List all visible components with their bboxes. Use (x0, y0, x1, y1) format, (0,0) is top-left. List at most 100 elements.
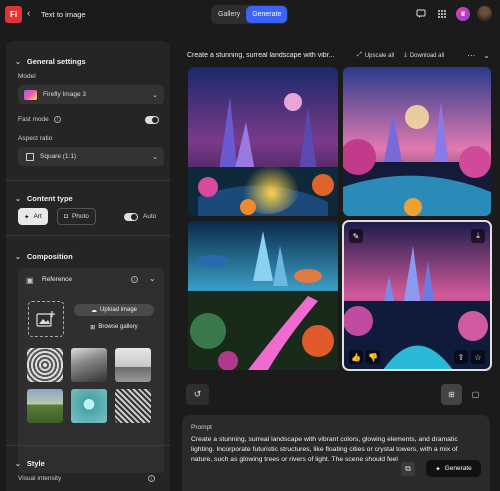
upload-label: Upload image (99, 307, 138, 313)
avatar[interactable] (477, 6, 492, 21)
generated-image-1[interactable] (188, 67, 338, 216)
aspect-ratio-dropdown[interactable]: Square (1:1) ⌄ (18, 147, 164, 166)
info-icon[interactable]: i (131, 276, 138, 283)
cloud-upload-icon: ☁ (90, 307, 97, 314)
generated-image-2[interactable] (343, 67, 491, 216)
reference-thumbnail[interactable] (27, 389, 63, 423)
generate-label: Generate (444, 465, 472, 472)
info-icon[interactable]: i (148, 475, 155, 482)
info-icon[interactable]: i (54, 116, 61, 123)
top-right-actions: ♛ (414, 6, 492, 21)
view-toggle: ⊞ ▢ (441, 384, 489, 405)
download-all-button[interactable]: ⤓ Download all (404, 52, 444, 59)
chevron-down-icon: ⌄ (152, 91, 158, 99)
fast-mode-toggle[interactable] (145, 116, 159, 124)
content-type-header[interactable]: ⌄ Content type (15, 194, 73, 203)
reference-label: Reference (42, 276, 72, 283)
results-header: Create a stunning, surreal landscape wit… (187, 51, 490, 60)
section-title: Style (26, 459, 45, 468)
section-title: Content type (26, 194, 73, 203)
reference-thumbnail[interactable] (115, 389, 151, 423)
firefly-logo[interactable]: Fi (5, 6, 22, 23)
divider (6, 445, 170, 446)
auto-toggle[interactable] (124, 213, 138, 221)
chevron-down-icon[interactable]: ⌄ (149, 274, 156, 283)
reference-thumbnail[interactable] (71, 348, 107, 382)
tab-gallery[interactable]: Gallery (212, 6, 246, 23)
crown-icon[interactable]: ♛ (456, 6, 470, 21)
section-title: Composition (26, 252, 73, 261)
gallery-icon: ⊞ (90, 324, 96, 331)
reference-thumbnail[interactable] (27, 348, 63, 382)
reference-icon: ▣ (26, 276, 34, 285)
edit-icon[interactable]: ✎ (349, 229, 363, 243)
thumbs-up-icon[interactable]: 👍 (349, 350, 363, 364)
favorite-icon[interactable]: ☆ (471, 350, 485, 364)
view-switcher: Gallery Generate (211, 5, 289, 24)
model-label: Model (18, 73, 36, 80)
browse-label: Browse gallery (98, 324, 138, 330)
download-icon: ⤓ (404, 52, 407, 58)
download-label: Download all (409, 52, 445, 59)
style-header[interactable]: ⌄ Style (15, 459, 45, 468)
upload-image-button[interactable]: ☁ Upload image (74, 304, 154, 316)
reference-thumbnail[interactable] (71, 389, 107, 423)
reference-thumbnail[interactable] (115, 348, 151, 382)
image-upload-icon (36, 311, 55, 327)
divider (6, 180, 170, 181)
camera-icon: ◘ (64, 213, 68, 220)
content-type-art[interactable]: ✦ Art (18, 208, 48, 225)
art-label: Art (33, 213, 42, 220)
upscale-label: Upscale all (364, 52, 395, 59)
square-icon (26, 152, 34, 161)
top-bar: Fi ‹ Text to image Gallery Generate ♛ (0, 0, 500, 30)
reference-panel: ▣ Reference i ⌄ ☁ Upload image ⊞ Browse … (18, 268, 164, 473)
model-thumbnail (24, 89, 37, 100)
back-button[interactable]: ‹ (27, 8, 30, 19)
general-settings-header[interactable]: ⌄ General settings (15, 57, 86, 66)
model-value: Firefly Image 3 (43, 91, 86, 98)
generate-icon: ✦ (435, 465, 441, 473)
photo-label: Photo (71, 213, 89, 220)
chevron-down-icon: ⌄ (15, 460, 21, 468)
visual-intensity-label: Visual intensity (18, 475, 62, 482)
fast-mode-label: Fast mode (18, 116, 49, 123)
aspect-ratio-label: Aspect ratio (18, 135, 53, 142)
chevron-down-icon: ⌄ (15, 58, 21, 66)
content-type-photo[interactable]: ◘ Photo (57, 208, 96, 225)
page-title: Text to image (41, 10, 86, 19)
tab-generate[interactable]: Generate (246, 6, 288, 23)
apps-icon[interactable] (435, 7, 449, 21)
style-reference-icon[interactable]: ⧉ (401, 462, 415, 476)
art-icon: ✦ (24, 213, 30, 221)
auto-label: Auto (143, 213, 157, 220)
prompt-box[interactable]: Prompt Create a stunning, surreal landsc… (182, 415, 490, 491)
generated-image-4[interactable]: ✎ ⤓ 👍 👎 ⇪ ☆ (342, 220, 492, 371)
section-title: General settings (26, 57, 86, 66)
single-view-icon[interactable]: ▢ (465, 384, 486, 405)
divider (6, 235, 170, 236)
chat-icon[interactable] (414, 7, 428, 21)
settings-panel: ⌄ General settings Model Firefly Image 3… (6, 41, 170, 491)
chevron-down-icon: ⌄ (15, 253, 21, 261)
upload-dropzone[interactable] (28, 301, 64, 337)
prompt-preview: Create a stunning, surreal landscape wit… (187, 52, 335, 59)
share-icon[interactable]: ⇪ (454, 350, 468, 364)
generated-image-3[interactable] (188, 221, 338, 370)
chevron-down-icon[interactable]: ⌄ (483, 51, 490, 60)
history-icon[interactable]: ↺ (186, 384, 209, 405)
chevron-down-icon: ⌄ (15, 195, 21, 203)
generate-button[interactable]: ✦ Generate (426, 460, 481, 477)
chevron-down-icon: ⌄ (152, 153, 158, 161)
upscale-all-button[interactable]: ⤢ Upscale all (357, 52, 394, 59)
thumbs-down-icon[interactable]: 👎 (366, 350, 380, 364)
browse-gallery-button[interactable]: ⊞ Browse gallery (74, 321, 154, 333)
aspect-ratio-value: Square (1:1) (40, 153, 77, 160)
grid-view-icon[interactable]: ⊞ (441, 384, 462, 405)
prompt-label: Prompt (191, 424, 212, 431)
more-icon[interactable]: ⋯ (467, 51, 475, 60)
download-icon[interactable]: ⤓ (471, 229, 485, 243)
model-dropdown[interactable]: Firefly Image 3 ⌄ (18, 85, 164, 104)
composition-header[interactable]: ⌄ Composition (15, 252, 73, 261)
upscale-icon: ⤢ (357, 52, 362, 58)
